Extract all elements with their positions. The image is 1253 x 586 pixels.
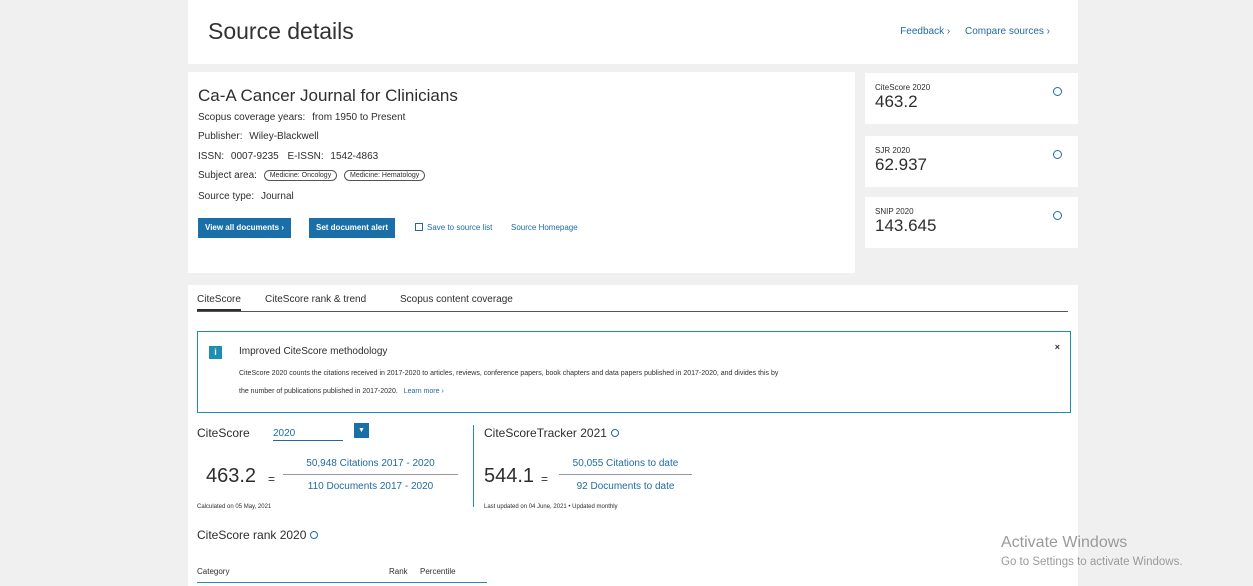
journal-title: Ca-A Cancer Journal for Clinicians xyxy=(198,86,458,105)
learn-more-link[interactable]: Learn more › xyxy=(404,388,444,395)
compare-sources-link[interactable]: Compare sources › xyxy=(965,26,1050,37)
citescore-rank-title: CiteScore rank 2020 xyxy=(197,528,319,542)
citescore-label: CiteScore xyxy=(197,426,250,440)
notice-body: CiteScore 2020 counts the citations rece… xyxy=(239,370,779,395)
calculated-date: Calculated on 05 May, 2021 xyxy=(197,504,272,510)
save-icon xyxy=(415,223,423,231)
tab-scopus-content-coverage[interactable]: Scopus content coverage xyxy=(400,294,513,309)
info-icon[interactable] xyxy=(1053,150,1062,159)
divider xyxy=(473,425,474,507)
equals-sign: = xyxy=(541,472,549,486)
issn-row: ISSN: 0007-9235 E-ISSN: 1542-4863 xyxy=(198,151,379,162)
tracker-citations-link[interactable]: 50,055 Citations to date xyxy=(559,458,692,475)
save-to-source-list-link[interactable]: Save to source list xyxy=(415,223,492,232)
page-title: Source details xyxy=(208,18,354,44)
view-all-documents-button[interactable]: View all documents › xyxy=(198,218,291,238)
tracker-fraction: 50,055 Citations to date 92 Documents to… xyxy=(559,458,692,492)
citescore-fraction: 50,948 Citations 2017 - 2020 110 Documen… xyxy=(283,458,458,492)
table-header-rule xyxy=(197,582,487,583)
snip-metric-card: SNIP 2020 143.645 xyxy=(865,197,1078,248)
tracker-value: 544.1 xyxy=(484,465,535,487)
documents-link[interactable]: 110 Documents 2017 - 2020 xyxy=(283,475,458,492)
coverage-row: Scopus coverage years: from 1950 to Pres… xyxy=(198,112,406,123)
citescore-metric-card: CiteScore 2020 463.2 xyxy=(865,73,1078,124)
info-icon[interactable] xyxy=(1053,211,1062,220)
set-document-alert-button[interactable]: Set document alert xyxy=(309,218,396,238)
subject-chip-oncology[interactable]: Medicine: Oncology xyxy=(263,170,338,181)
citescore-value: 463.2 xyxy=(206,465,257,487)
header-links: Feedback › Compare sources › xyxy=(888,26,1050,37)
subject-chip-hematology[interactable]: Medicine: Hematology xyxy=(343,170,426,181)
sjr-metric-card: SJR 2020 62.937 xyxy=(865,136,1078,187)
publisher-row: Publisher: Wiley-Blackwell xyxy=(198,131,319,142)
methodology-notice: i Improved CiteScore methodology CiteSco… xyxy=(197,331,1071,413)
tracker-documents-link[interactable]: 92 Documents to date xyxy=(559,475,692,492)
metrics-tab-panel: CiteScore CiteScore rank & trend Scopus … xyxy=(188,285,1078,586)
category-column-header: Category xyxy=(197,567,230,576)
tab-citescore-rank-trend[interactable]: CiteScore rank & trend xyxy=(265,294,366,309)
page-header: Source details Feedback › Compare source… xyxy=(188,0,1078,64)
tracker-updated: Last updated on 04 June, 2021 • Updated … xyxy=(484,504,618,510)
equals-sign: = xyxy=(268,472,276,486)
info-icon[interactable] xyxy=(310,531,319,539)
feedback-link[interactable]: Feedback › xyxy=(900,26,950,37)
source-homepage-link[interactable]: Source Homepage xyxy=(511,223,578,232)
activate-windows-title: Activate Windows xyxy=(1001,534,1128,551)
percentile-column-header: Percentile xyxy=(420,567,456,576)
subject-area-row: Subject area: Medicine: Oncology Medicin… xyxy=(198,170,426,181)
rank-column-header: Rank xyxy=(389,567,408,576)
citescore-year-select[interactable]: 2020 xyxy=(273,428,343,441)
tab-bar: CiteScore CiteScore rank & trend Scopus … xyxy=(197,294,1068,312)
citations-link[interactable]: 50,948 Citations 2017 - 2020 xyxy=(283,458,458,475)
info-icon: i xyxy=(209,346,222,359)
notice-title: Improved CiteScore methodology xyxy=(239,346,388,357)
activate-windows-subtitle: Go to Settings to activate Windows. xyxy=(1001,556,1183,568)
tab-citescore[interactable]: CiteScore xyxy=(197,294,241,311)
close-icon[interactable]: × xyxy=(1055,342,1060,352)
source-type-row: Source type: Journal xyxy=(198,191,294,202)
chevron-down-icon[interactable]: ▼ xyxy=(354,423,369,438)
source-info-card: Ca-A Cancer Journal for Clinicians Scopu… xyxy=(188,72,855,273)
citescore-tracker-title: CiteScoreTracker 2021 xyxy=(484,426,619,440)
info-icon[interactable] xyxy=(1053,87,1062,96)
info-icon[interactable] xyxy=(610,429,619,437)
